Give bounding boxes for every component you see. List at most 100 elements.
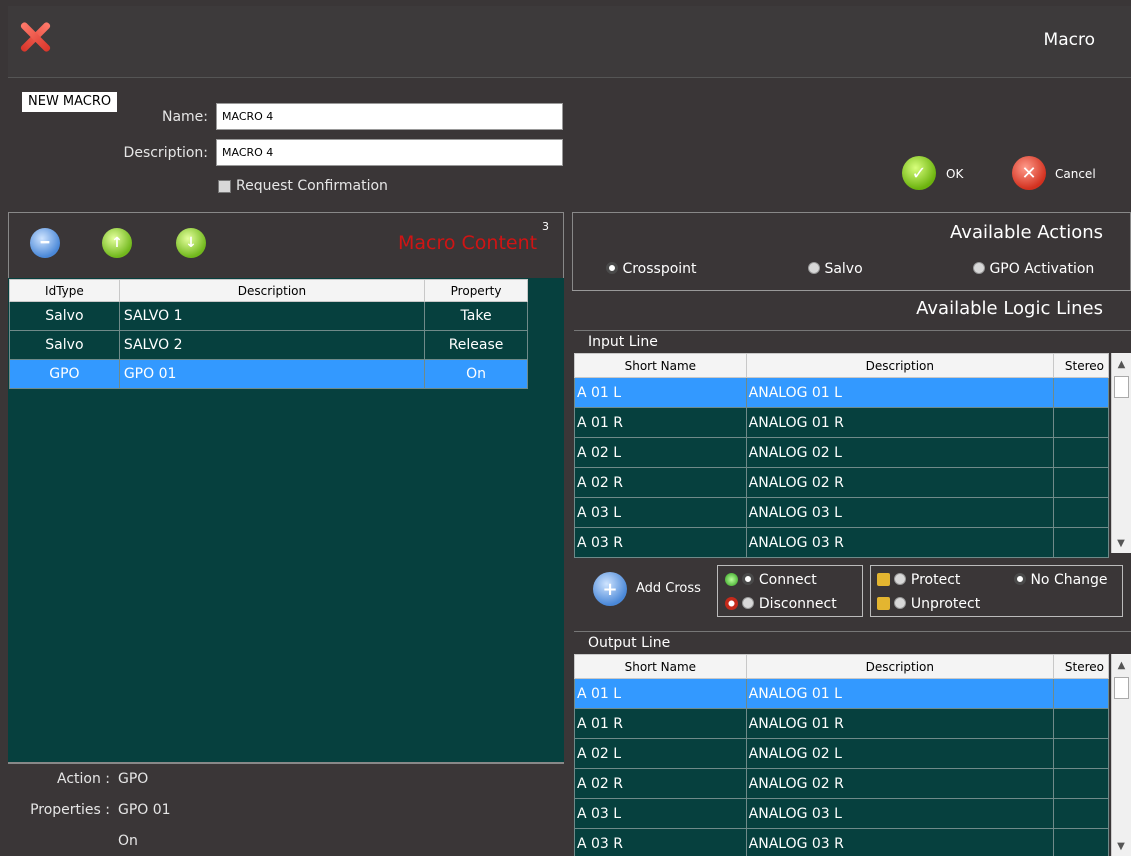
cell-description: ANALOG 01 R (745, 708, 1055, 739)
input-line-table: Short Name Description Stereo A 01 L ANA… (574, 353, 1109, 558)
column-header[interactable]: Property (424, 279, 528, 302)
table-row[interactable]: Salvo SALVO 1 Take (9, 301, 528, 331)
column-header[interactable]: Short Name (574, 353, 747, 378)
column-header[interactable]: Stereo (1053, 654, 1109, 679)
cell-description: ANALOG 03 L (745, 497, 1055, 528)
cell-description: ANALOG 02 L (745, 738, 1055, 769)
column-header[interactable]: Stereo (1053, 353, 1109, 378)
new-macro-badge: NEW MACRO (22, 92, 118, 112)
table-row[interactable]: A 02 R ANALOG 02 R (574, 467, 1109, 498)
cancel-button[interactable]: ✕ (1012, 156, 1046, 190)
scroll-thumb[interactable] (1114, 376, 1129, 398)
scroll-down-icon[interactable]: ▼ (1112, 538, 1130, 549)
table-row[interactable]: A 03 L ANALOG 03 L (574, 497, 1109, 528)
cell-stereo (1053, 377, 1109, 408)
cell-stereo (1053, 768, 1109, 799)
radio-icon (742, 597, 755, 609)
macro-count: 3 (542, 220, 549, 233)
move-up-button[interactable]: ↑ (102, 228, 132, 258)
table-row[interactable]: A 03 R ANALOG 03 R (574, 527, 1109, 558)
column-header[interactable]: IdType (9, 279, 120, 302)
input-scrollbar[interactable]: ▲ ▼ (1111, 353, 1131, 553)
cell-stereo (1053, 798, 1109, 829)
output-line-title: Output Line (574, 631, 1131, 653)
table-row[interactable]: Salvo SALVO 2 Release (9, 330, 528, 360)
scroll-up-icon[interactable]: ▲ (1112, 660, 1131, 671)
request-confirmation-label: Request Confirmation (236, 178, 388, 194)
cell-idtype: GPO (9, 359, 120, 389)
cell-description: ANALOG 01 R (745, 407, 1055, 438)
option-disconnect[interactable]: Disconnect (725, 596, 837, 612)
column-header[interactable]: Description (118, 279, 426, 302)
description-field[interactable] (216, 139, 563, 166)
cell-short-name: A 03 R (574, 527, 747, 558)
cell-short-name: A 02 L (574, 738, 747, 769)
column-header[interactable]: Description (745, 353, 1055, 378)
x-icon: ✕ (1021, 162, 1037, 184)
move-down-button[interactable]: ↓ (176, 228, 206, 258)
close-icon[interactable] (18, 20, 52, 54)
ok-label[interactable]: OK (946, 167, 963, 181)
cell-short-name: A 02 R (574, 467, 747, 498)
ok-button[interactable]: ✓ (902, 156, 936, 190)
scroll-up-icon[interactable]: ▲ (1112, 359, 1131, 370)
table-header: IdType Description Property (9, 279, 528, 302)
column-header[interactable]: Short Name (574, 654, 747, 679)
cell-short-name: A 01 R (574, 407, 747, 438)
arrow-up-icon: ↑ (111, 235, 123, 251)
radio-icon (973, 262, 985, 274)
cell-short-name: A 03 R (574, 828, 747, 856)
table-row[interactable]: A 02 L ANALOG 02 L (574, 738, 1109, 769)
cell-property: On (424, 359, 528, 389)
scroll-down-icon[interactable]: ▼ (1112, 841, 1130, 852)
table-row-selected[interactable]: A 01 L ANALOG 01 L (574, 678, 1109, 709)
cell-short-name: A 01 L (574, 377, 747, 408)
option-gpo-activation[interactable]: GPO Activation (973, 261, 1094, 277)
minus-icon: ━ (40, 235, 50, 251)
radio-icon (894, 573, 907, 585)
cell-property: Release (424, 330, 528, 360)
cell-short-name: A 03 L (574, 497, 747, 528)
table-row[interactable]: A 01 R ANALOG 01 R (574, 407, 1109, 438)
table-row-selected[interactable]: A 01 L ANALOG 01 L (574, 377, 1109, 408)
connect-status-icon (725, 573, 738, 586)
add-cross-label[interactable]: Add Cross (636, 581, 701, 596)
cell-property: Take (424, 301, 528, 331)
cell-stereo (1053, 527, 1109, 558)
radio-selected-icon (742, 573, 755, 585)
macro-content-table: IdType Description Property Salvo SALVO … (9, 279, 528, 389)
add-cross-button[interactable]: + (593, 572, 627, 606)
radio-icon (894, 597, 907, 609)
table-row[interactable]: A 02 L ANALOG 02 L (574, 437, 1109, 468)
option-connect[interactable]: Connect (725, 572, 817, 588)
table-row[interactable]: A 01 R ANALOG 01 R (574, 708, 1109, 739)
cell-stereo (1053, 708, 1109, 739)
table-row[interactable]: A 03 R ANALOG 03 R (574, 828, 1109, 856)
cell-description: ANALOG 01 L (745, 678, 1055, 709)
scroll-thumb[interactable] (1114, 677, 1129, 699)
cell-stereo (1053, 437, 1109, 468)
arrow-down-icon: ↓ (185, 235, 197, 251)
radio-icon (808, 262, 820, 274)
cell-idtype: Salvo (9, 330, 120, 360)
available-actions-title: Available Actions (950, 222, 1103, 243)
table-row-selected[interactable]: GPO GPO 01 On (9, 359, 528, 389)
table-row[interactable]: A 02 R ANALOG 02 R (574, 768, 1109, 799)
cell-idtype: Salvo (9, 301, 120, 331)
option-unprotect[interactable]: Unprotect (877, 596, 980, 612)
name-field[interactable] (216, 103, 563, 130)
radio-selected-icon (1014, 573, 1026, 585)
table-row[interactable]: A 03 L ANALOG 03 L (574, 798, 1109, 829)
output-scrollbar[interactable]: ▲ ▼ (1111, 654, 1131, 856)
column-header[interactable]: Description (745, 654, 1055, 679)
cell-stereo (1053, 497, 1109, 528)
option-protect[interactable]: Protect (877, 572, 960, 588)
disconnect-status-icon (725, 597, 738, 610)
remove-button[interactable]: ━ (30, 228, 60, 258)
option-no-change[interactable]: No Change (1014, 572, 1108, 588)
request-confirmation-checkbox[interactable] (218, 180, 231, 193)
cell-short-name: A 02 R (574, 768, 747, 799)
option-crosspoint[interactable]: Crosspoint (606, 261, 697, 277)
cancel-label[interactable]: Cancel (1055, 167, 1096, 181)
option-salvo[interactable]: Salvo (808, 261, 863, 277)
